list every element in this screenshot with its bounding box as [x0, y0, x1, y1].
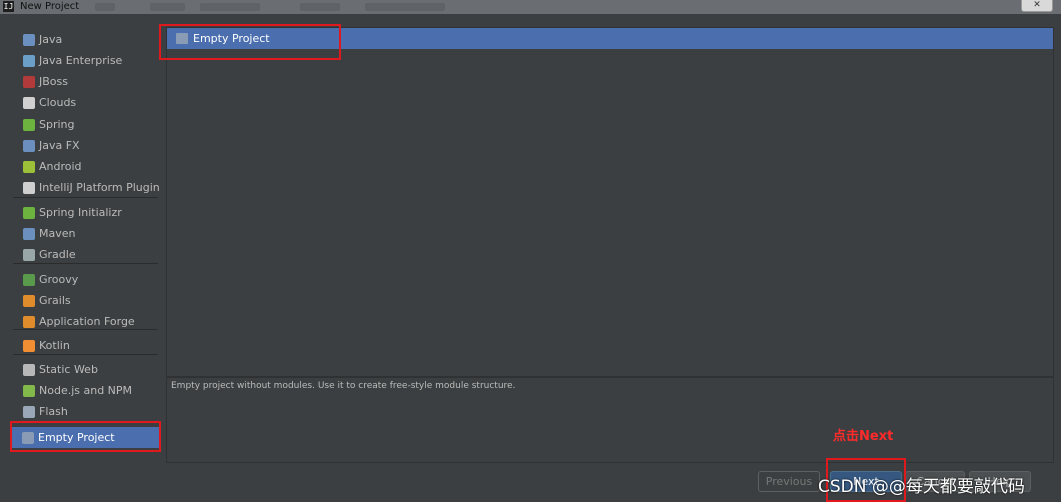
sidebar-item-label: IntelliJ Platform Plugin — [39, 181, 160, 194]
application-forge-icon — [23, 315, 35, 328]
toolbar-ghost — [365, 3, 445, 11]
groovy-icon — [23, 273, 35, 286]
sidebar-item-label: Java FX — [39, 139, 80, 152]
csdn-watermark: CSDN @@每天都要敲代码 — [818, 477, 1025, 497]
sidebar-item-application-forge[interactable]: Application Forge — [13, 311, 163, 332]
toolbar-ghost — [300, 3, 340, 11]
sidebar-item-label: Spring — [39, 118, 75, 131]
window-title: New Project — [20, 1, 80, 12]
template-list: Empty Project — [166, 27, 1054, 377]
toolbar-ghost — [150, 3, 185, 11]
toolbar-ghost — [95, 3, 115, 11]
sidebar-item-label: Clouds — [39, 96, 77, 109]
sidebar-item-label: Java — [39, 33, 63, 46]
spring-initializr-icon — [23, 206, 35, 219]
sidebar-item-java-fx[interactable]: Java FX — [13, 135, 163, 156]
intellij-app-icon: IJ — [3, 1, 14, 12]
sidebar-item-flash[interactable]: Flash — [13, 401, 163, 422]
maven-icon — [23, 227, 35, 240]
sidebar-item-label: Application Forge — [39, 315, 135, 328]
android-icon — [23, 160, 35, 173]
sidebar-item-java-enterprise[interactable]: Java Enterprise — [13, 50, 163, 71]
clouds-icon — [23, 96, 35, 109]
toolbar-ghost — [200, 3, 260, 11]
plugin-icon — [23, 181, 35, 194]
annotation-click-next: 点击Next — [833, 429, 894, 444]
sidebar-item-label: Flash — [39, 405, 68, 418]
sidebar-item-java[interactable]: Java — [13, 29, 163, 50]
title-bar: IJ New Project ✕ — [0, 0, 1061, 14]
description-panel: Empty project without modules. Use it to… — [166, 377, 1054, 463]
description-text: Empty project without modules. Use it to… — [171, 381, 516, 391]
sidebar-item-label: Spring Initializr — [39, 206, 122, 219]
previous-button[interactable]: Previous — [758, 471, 820, 492]
sidebar-item-jboss[interactable]: JBoss — [13, 71, 163, 92]
highlight-box-empty-project-sidebar — [10, 421, 161, 452]
sidebar-item-clouds[interactable]: Clouds — [13, 92, 163, 113]
sidebar-item-label: Static Web — [39, 363, 98, 376]
sidebar-item-label: Java Enterprise — [39, 54, 123, 67]
highlight-box-template — [159, 24, 341, 60]
static-web-icon — [23, 363, 35, 376]
nodejs-icon — [23, 384, 35, 397]
sidebar-item-label: Grails — [39, 294, 71, 307]
sidebar-item-label: Groovy — [39, 273, 79, 286]
javafx-folder-icon — [23, 139, 35, 152]
kotlin-icon — [23, 339, 35, 352]
spring-leaf-icon — [23, 118, 35, 131]
jboss-icon — [23, 75, 35, 88]
sidebar-item-spring-initializr[interactable]: Spring Initializr — [13, 202, 163, 223]
sidebar-item-label: JBoss — [39, 75, 68, 88]
sidebar-item-label: Gradle — [39, 248, 76, 261]
sidebar-item-static-web[interactable]: Static Web — [13, 359, 163, 380]
java-enterprise-icon — [23, 54, 35, 67]
grails-icon — [23, 294, 35, 307]
sidebar-item-node-js-and-npm[interactable]: Node.js and NPM — [13, 380, 163, 401]
sidebar-item-label: Kotlin — [39, 339, 70, 352]
sidebar-item-android[interactable]: Android — [13, 156, 163, 177]
close-button[interactable]: ✕ — [1021, 0, 1053, 12]
gradle-icon — [23, 248, 35, 261]
sidebar-item-spring[interactable]: Spring — [13, 114, 163, 135]
sidebar-item-gradle[interactable]: Gradle — [13, 244, 163, 265]
project-type-sidebar: Java Java Enterprise JBoss Clouds Spring Java… — [9, 22, 160, 458]
sidebar-item-label: Node.js and NPM — [39, 384, 133, 397]
sidebar-item-label: Maven — [39, 227, 76, 240]
sidebar-item-grails[interactable]: Grails — [13, 290, 163, 311]
java-folder-icon — [23, 33, 35, 46]
sidebar-item-kotlin[interactable]: Kotlin — [13, 335, 163, 356]
sidebar-item-intellij-platform-plugin[interactable]: IntelliJ Platform Plugin — [13, 177, 163, 198]
sidebar-item-groovy[interactable]: Groovy — [13, 269, 163, 290]
flash-icon — [23, 405, 35, 418]
sidebar-item-maven[interactable]: Maven — [13, 223, 163, 244]
sidebar-item-label: Android — [39, 160, 82, 173]
